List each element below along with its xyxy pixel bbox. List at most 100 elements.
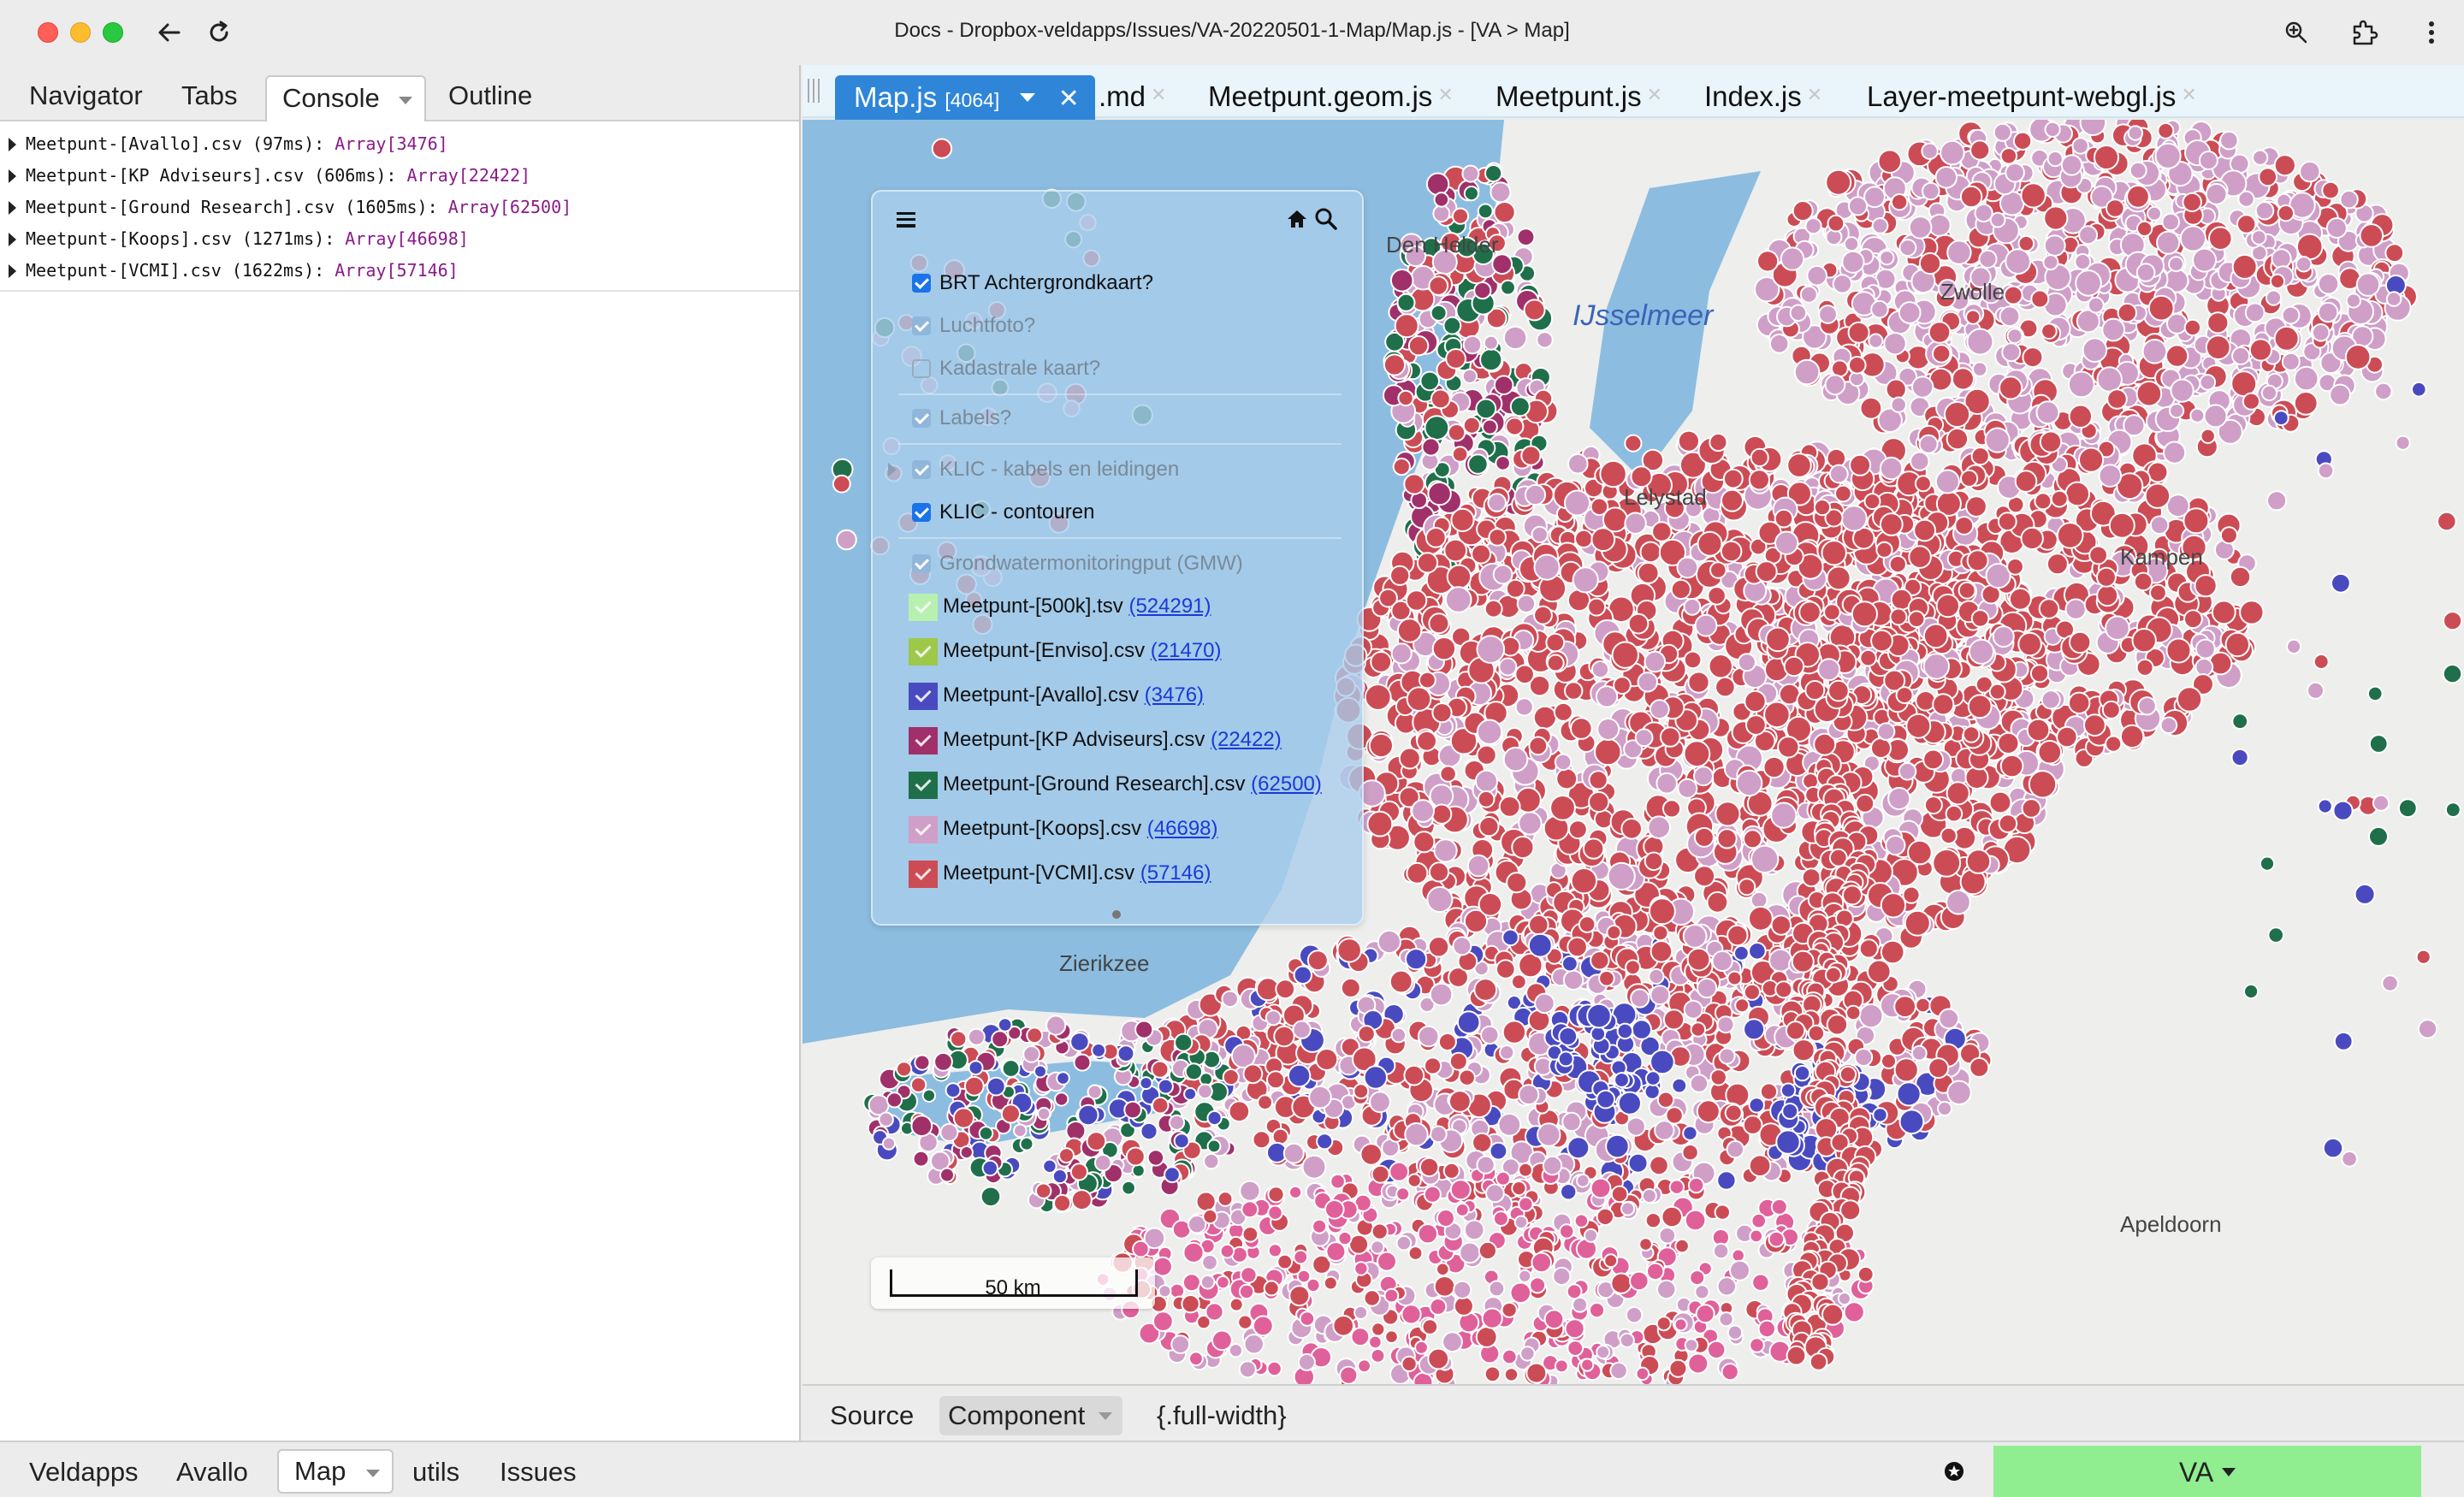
measurement-point[interactable] xyxy=(1825,169,1852,196)
expand-triangle-icon[interactable] xyxy=(9,201,16,215)
measurement-point[interactable] xyxy=(1282,1142,1305,1164)
measurement-point[interactable] xyxy=(1965,309,1981,325)
measurement-point[interactable] xyxy=(1630,988,1650,1009)
console-line[interactable]: Meetpunt-[Ground Research].csv (1605ms):… xyxy=(0,192,799,223)
measurement-point[interactable] xyxy=(1670,578,1691,601)
measurement-point[interactable] xyxy=(2082,337,2108,364)
measurement-point[interactable] xyxy=(1694,1284,1710,1300)
measurement-point[interactable] xyxy=(2183,507,2210,535)
measurement-point[interactable] xyxy=(1459,1241,1481,1264)
measurement-point[interactable] xyxy=(1476,635,1506,664)
measurement-point[interactable] xyxy=(2005,248,2032,275)
measurement-point[interactable] xyxy=(1383,353,1407,376)
measurement-point[interactable] xyxy=(1644,851,1664,872)
measurement-point[interactable] xyxy=(2101,317,2126,342)
measurement-point[interactable] xyxy=(1502,928,1519,947)
measurement-point[interactable] xyxy=(1514,664,1535,685)
measurement-point[interactable] xyxy=(1555,767,1578,790)
measurement-point[interactable] xyxy=(878,1111,894,1127)
measurement-point[interactable] xyxy=(1432,204,1451,223)
measurement-point[interactable] xyxy=(1564,1318,1585,1340)
measurement-point[interactable] xyxy=(2192,247,2218,273)
measurement-point[interactable] xyxy=(2311,323,2331,342)
measurement-point[interactable] xyxy=(2339,190,2359,210)
close-tab-icon[interactable]: ✕ xyxy=(1807,84,1822,105)
measurement-point[interactable] xyxy=(1241,1226,1259,1243)
measurement-point[interactable] xyxy=(1568,820,1588,840)
measurement-point[interactable] xyxy=(1350,1327,1371,1347)
measurement-point[interactable] xyxy=(2046,151,2064,168)
measurement-point[interactable] xyxy=(1898,239,1917,257)
measurement-point[interactable] xyxy=(1406,686,1432,713)
measurement-point[interactable] xyxy=(1240,1266,1258,1284)
measurement-point[interactable] xyxy=(2189,407,2206,423)
measurement-point[interactable] xyxy=(1606,925,1622,940)
measurement-point[interactable] xyxy=(881,1136,897,1151)
measurement-point[interactable] xyxy=(2020,182,2046,209)
measurement-point[interactable] xyxy=(1616,1022,1634,1040)
measurement-point[interactable] xyxy=(1536,331,1554,349)
measurement-point[interactable] xyxy=(1783,655,1805,677)
tab-console[interactable]: Console xyxy=(265,75,426,121)
measurement-point[interactable] xyxy=(1419,671,1436,689)
measurement-point[interactable] xyxy=(1962,725,1981,743)
measurement-point[interactable] xyxy=(1855,793,1875,814)
measurement-point[interactable] xyxy=(1453,1295,1474,1317)
measurement-point[interactable] xyxy=(1500,279,1516,296)
measurement-point[interactable] xyxy=(1687,671,1710,694)
measurement-point[interactable] xyxy=(1844,236,1860,252)
measurement-point[interactable] xyxy=(1708,654,1733,679)
measurement-point[interactable] xyxy=(1940,826,1958,845)
measurement-point[interactable] xyxy=(1498,796,1521,818)
measurement-point[interactable] xyxy=(1840,505,1868,532)
measurement-point[interactable] xyxy=(1876,722,1896,742)
measurement-point[interactable] xyxy=(2043,234,2066,257)
measurement-point[interactable] xyxy=(1988,683,2006,701)
measurement-point[interactable] xyxy=(1444,586,1472,613)
measurement-point[interactable] xyxy=(1450,507,1475,532)
measurement-point[interactable] xyxy=(1325,1241,1347,1263)
measurement-point[interactable] xyxy=(1559,1223,1575,1240)
measurement-point[interactable] xyxy=(1546,654,1565,672)
measurement-point[interactable] xyxy=(2083,713,2106,737)
measurement-point[interactable] xyxy=(1301,1154,1327,1180)
measurement-point[interactable] xyxy=(1484,1365,1502,1383)
measurement-point[interactable] xyxy=(1442,316,1462,335)
measurement-point[interactable] xyxy=(2295,233,2324,261)
measurement-point[interactable] xyxy=(1131,1163,1146,1178)
measurement-point[interactable] xyxy=(1765,626,1791,653)
measurement-point[interactable] xyxy=(1332,1315,1355,1337)
close-tab-icon[interactable]: ✕ xyxy=(1647,84,1662,105)
measurement-point[interactable] xyxy=(1662,1009,1685,1031)
measurement-point[interactable] xyxy=(1542,1155,1563,1176)
measurement-point[interactable] xyxy=(1174,1033,1194,1052)
measurement-point[interactable] xyxy=(1928,321,1952,344)
measurement-point[interactable] xyxy=(1902,885,1921,904)
measurement-point[interactable] xyxy=(1359,1143,1383,1166)
measurement-point[interactable] xyxy=(1312,1218,1328,1234)
measurement-point[interactable] xyxy=(1051,1169,1068,1185)
measurement-point[interactable] xyxy=(2194,638,2216,660)
measurement-point[interactable] xyxy=(2344,344,2372,370)
measurement-point[interactable] xyxy=(2299,160,2321,183)
measurement-point[interactable] xyxy=(2068,691,2091,714)
measurement-point[interactable] xyxy=(968,1060,984,1076)
tab-meetpunt-geom-js[interactable]: Meetpunt.geom.js ✕ xyxy=(1208,74,1454,116)
measurement-point[interactable] xyxy=(1625,959,1641,976)
measurement-point[interactable] xyxy=(2042,254,2059,271)
measurement-point[interactable] xyxy=(1890,396,1907,413)
measurement-point[interactable] xyxy=(1875,541,1893,559)
measurement-point[interactable] xyxy=(1427,481,1452,506)
measurement-point[interactable] xyxy=(2281,305,2301,325)
measurement-point[interactable] xyxy=(967,1027,986,1046)
measurement-point[interactable] xyxy=(1416,730,1437,752)
measurement-point[interactable] xyxy=(1532,705,1558,730)
measurement-point[interactable] xyxy=(1806,264,1827,287)
measurement-point[interactable] xyxy=(2129,161,2147,180)
measurement-point[interactable] xyxy=(1398,747,1421,770)
measurement-point[interactable] xyxy=(1695,1304,1715,1324)
measurement-point[interactable] xyxy=(1265,1009,1282,1027)
extensions-icon[interactable] xyxy=(2344,12,2385,53)
measurement-point[interactable] xyxy=(1241,1200,1259,1219)
measurement-point[interactable] xyxy=(2040,689,2061,710)
